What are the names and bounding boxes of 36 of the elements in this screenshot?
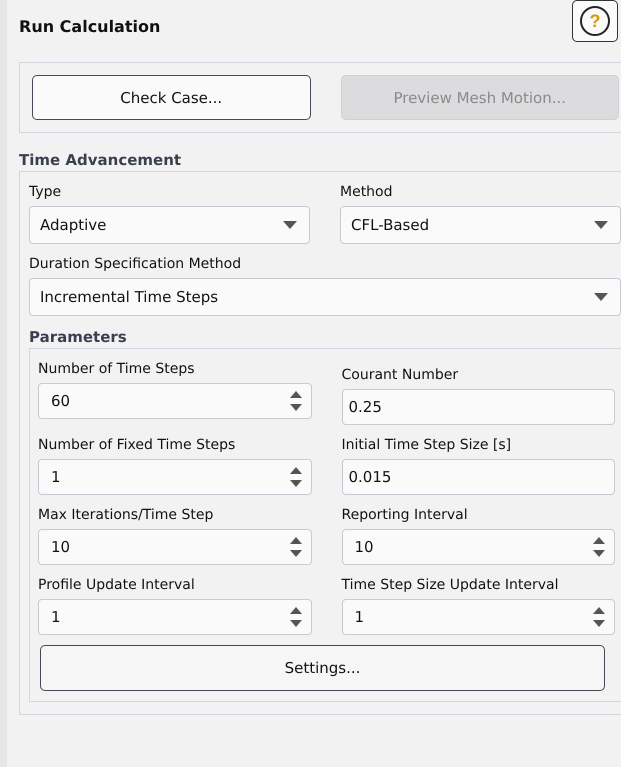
field-label: Max Iterations/Time Step xyxy=(38,506,214,525)
field-label: Method xyxy=(340,183,394,202)
field-label: Type xyxy=(29,183,62,202)
spinner-arrows-icon[interactable] xyxy=(592,535,606,559)
field-label: Number of Fixed Time Steps xyxy=(38,436,236,455)
field-label: Time Step Size Update Interval xyxy=(342,576,560,595)
spinner-arrows-icon[interactable] xyxy=(288,389,302,413)
field-label: Initial Time Step Size [s] xyxy=(342,436,512,455)
spinner-arrows-icon[interactable] xyxy=(288,605,302,629)
dropdown-caret-icon xyxy=(283,221,297,229)
spinner-arrows-icon[interactable] xyxy=(288,465,302,489)
field-label: Reporting Interval xyxy=(342,506,469,525)
spinner-arrows-icon[interactable] xyxy=(288,535,302,559)
field-label: Duration Specification Method xyxy=(29,255,242,274)
field-label: Profile Update Interval xyxy=(38,576,196,595)
settings-button[interactable]: Settings... xyxy=(40,645,605,691)
spinner-field[interactable]: 1 xyxy=(342,599,615,635)
dropdown-caret-icon xyxy=(594,221,608,229)
panel-title: Run Calculation xyxy=(19,17,160,36)
section-heading: Time Advancement xyxy=(19,151,182,169)
spinner-field[interactable]: 10 xyxy=(38,529,312,565)
spinner-field[interactable]: 1 xyxy=(38,459,312,495)
field-label: Courant Number xyxy=(342,366,460,385)
spinner-field[interactable]: 60 xyxy=(38,383,312,419)
dropdown[interactable]: Incremental Time Steps xyxy=(29,278,621,316)
spinner-arrows-icon[interactable] xyxy=(592,605,606,629)
spinner-field[interactable]: 10 xyxy=(342,529,615,565)
dropdown[interactable]: CFL-Based xyxy=(340,206,621,244)
dropdown[interactable]: Adaptive xyxy=(29,206,310,244)
action-button[interactable]: Check Case... xyxy=(32,75,310,120)
field-label: Number of Time Steps xyxy=(38,360,196,379)
dropdown-caret-icon xyxy=(594,293,608,301)
spinner-field[interactable]: 1 xyxy=(38,599,312,635)
section-heading: Parameters xyxy=(29,328,128,346)
input-field[interactable]: 0.25 xyxy=(342,389,615,425)
input-field[interactable]: 0.015 xyxy=(342,459,615,495)
